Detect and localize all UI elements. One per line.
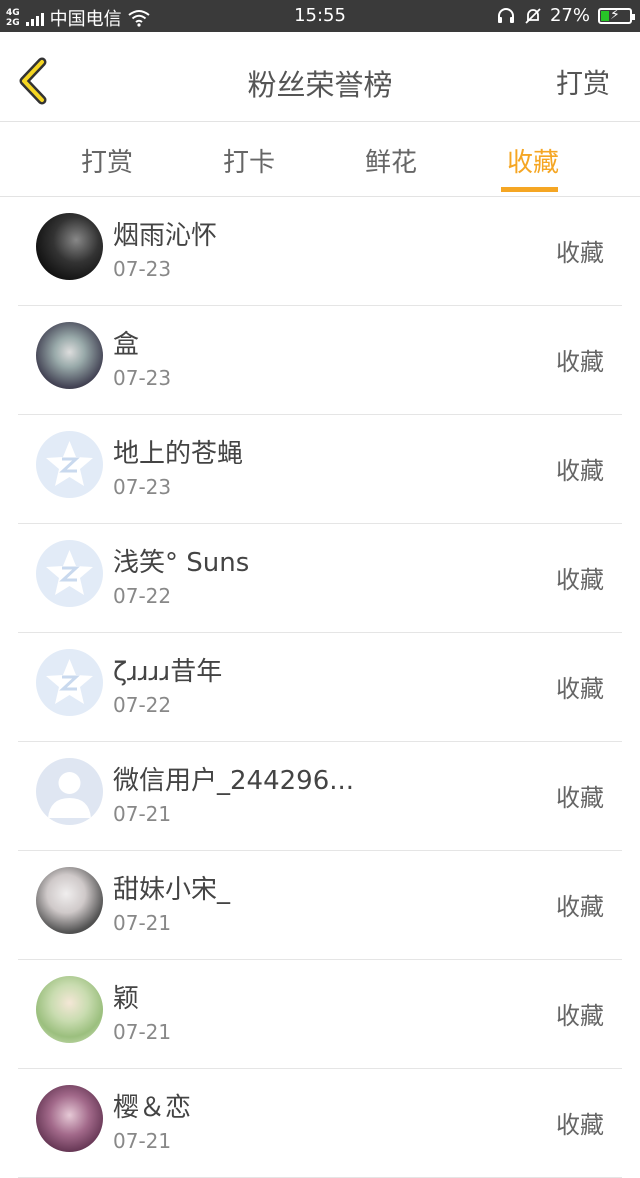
headset-icon	[497, 7, 514, 23]
avatar	[36, 976, 103, 1043]
action-label: 收藏	[556, 348, 604, 376]
tab-checkin[interactable]: 打卡	[189, 142, 309, 179]
date: 07-21	[113, 1020, 172, 1044]
default-avatar-star-icon	[46, 659, 93, 704]
mute-bell-icon	[525, 7, 541, 24]
list-item[interactable]: 甜妹小宋_ 07-21 收藏	[18, 851, 622, 960]
tab-label: 打卡	[222, 148, 275, 178]
default-person-icon	[48, 772, 91, 818]
list-item[interactable]: 颖 07-21 收藏	[18, 960, 622, 1069]
action-label: 收藏	[556, 457, 604, 485]
action-label: 收藏	[556, 1002, 604, 1030]
action-label: 收藏	[556, 566, 604, 594]
battery-percent: 27%	[549, 5, 590, 26]
date: 07-23	[113, 257, 172, 281]
status-bar: 4G 2G 中国电信 15:55 27% ⚡	[0, 0, 640, 32]
default-avatar-star-icon	[46, 441, 93, 486]
action-label: 收藏	[556, 784, 604, 812]
fan-list: 烟雨沁怀 07-23 收藏 盒 07-23 收藏 地上的苍蝇 07-23 收藏 …	[18, 197, 622, 1178]
date: 07-23	[113, 475, 172, 499]
user-name: 微信用户_244296...	[113, 766, 355, 796]
avatar	[36, 758, 103, 825]
tab-label: 打赏	[80, 148, 133, 178]
user-name: 盒	[113, 330, 140, 360]
date: 07-21	[113, 911, 172, 935]
action-label: 收藏	[556, 893, 604, 921]
tab-bar: 打赏 打卡 鲜花 收藏	[0, 122, 640, 197]
list-item[interactable]: 盒 07-23 收藏	[18, 306, 622, 415]
list-item[interactable]: 地上的苍蝇 07-23 收藏	[18, 415, 622, 524]
page-title: 粉丝荣誉榜	[247, 68, 393, 102]
user-name: 浅笑° Suns	[113, 548, 250, 578]
avatar	[36, 1085, 103, 1152]
tab-favorites[interactable]: 收藏	[473, 142, 593, 192]
default-avatar-star-icon	[46, 550, 93, 595]
user-name: 樱＆恋	[113, 1093, 192, 1123]
list-item[interactable]: 微信用户_244296... 07-21 收藏	[18, 742, 622, 851]
list-item[interactable]: ζɹɹɹɹ昔年 07-22 收藏	[18, 633, 622, 742]
avatar	[36, 649, 103, 716]
date: 07-21	[113, 802, 172, 826]
user-name: 烟雨沁怀	[113, 221, 218, 251]
battery-icon: ⚡	[598, 7, 635, 24]
tab-label: 收藏	[506, 148, 559, 178]
avatar	[36, 540, 103, 607]
action-label: 收藏	[556, 239, 604, 267]
tab-reward[interactable]: 打赏	[47, 142, 167, 179]
action-label: 收藏	[556, 675, 604, 703]
active-tab-indicator	[501, 187, 558, 192]
date: 07-22	[113, 693, 172, 717]
avatar	[36, 213, 103, 280]
nav-header: 粉丝荣誉榜 打赏	[0, 32, 640, 122]
tab-label: 鲜花	[364, 148, 417, 178]
user-name: 甜妹小宋_	[113, 875, 231, 905]
avatar	[36, 322, 103, 389]
list-item[interactable]: 浅笑° Suns 07-22 收藏	[18, 524, 622, 633]
reward-button[interactable]: 打赏	[556, 62, 610, 101]
avatar	[36, 431, 103, 498]
date: 07-21	[113, 1129, 172, 1153]
list-item[interactable]: 烟雨沁怀 07-23 收藏	[18, 197, 622, 306]
avatar	[36, 867, 103, 934]
user-name: ζɹɹɹɹ昔年	[113, 657, 223, 687]
user-name: 颖	[113, 984, 140, 1014]
date: 07-22	[113, 584, 172, 608]
date: 07-23	[113, 366, 172, 390]
user-name: 地上的苍蝇	[113, 439, 244, 469]
action-label: 收藏	[556, 1111, 604, 1139]
list-item[interactable]: 樱＆恋 07-21 收藏	[18, 1069, 622, 1178]
tab-flowers[interactable]: 鲜花	[331, 142, 451, 179]
